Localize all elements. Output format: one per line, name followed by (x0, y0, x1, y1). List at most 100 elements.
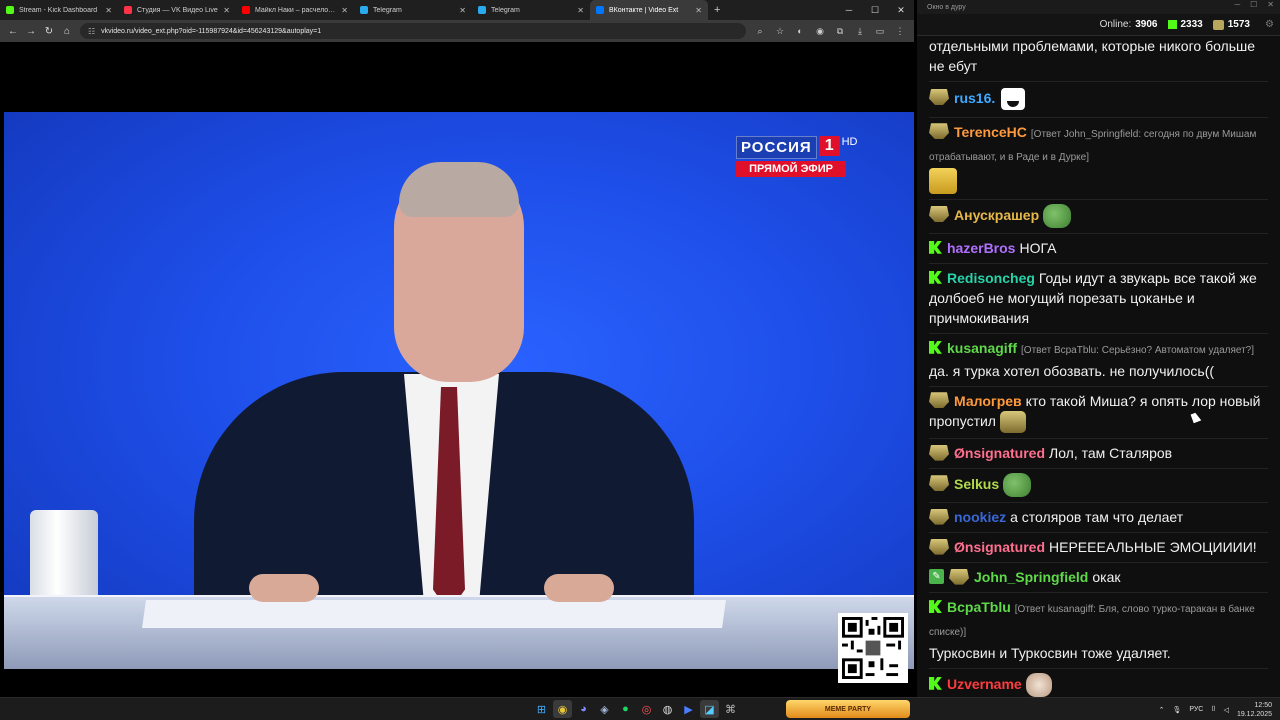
chat-username[interactable]: Малогрев (954, 393, 1022, 409)
tab-close-icon[interactable]: ✕ (105, 6, 112, 15)
chat-message[interactable]: Redisoncheg Годы идут а звукарь все такой… (929, 264, 1268, 334)
spotify-icon[interactable]: ● (616, 700, 635, 718)
bookmark-star-icon[interactable]: ☆ (770, 22, 790, 40)
back-icon[interactable]: ← (4, 22, 22, 40)
cat-emote-icon (1025, 673, 1052, 697)
live-label: ПРЯМОЙ ЭФИР (736, 161, 846, 177)
channel-hd: HD (841, 136, 858, 148)
chat-settings-icon[interactable]: ⚙ (1265, 19, 1274, 30)
browser-tab[interactable]: ВКонтакте | Video Ext ✕ (590, 0, 708, 20)
right-hand (544, 574, 614, 602)
chat-close-button[interactable]: ✕ (1267, 0, 1274, 9)
moderator-badge-icon (929, 538, 949, 555)
browser-tab[interactable]: Stream - Kick Dashboard ✕ (0, 0, 118, 20)
media-player-icon[interactable]: ▶ (679, 700, 698, 718)
chat-username[interactable]: Selkus (954, 476, 999, 492)
chat-message[interactable]: Анускрашер (929, 200, 1268, 234)
home-icon[interactable]: ⌂ (58, 22, 76, 40)
online-count: 3906 (1135, 19, 1158, 30)
chat-message[interactable]: hazerBros НОГА (929, 234, 1268, 264)
discord-icon[interactable]: ◕ (574, 700, 593, 718)
moderator-badge-icon (929, 392, 949, 409)
app-icon[interactable]: ⌘ (721, 700, 740, 718)
chat-message[interactable]: Uzvername (929, 669, 1268, 697)
browser-tab[interactable]: Telegram ✕ (472, 0, 590, 20)
moderator-badge-icon (929, 123, 949, 140)
network-icon[interactable]: ⌷ (1211, 706, 1215, 714)
menu-icon[interactable]: ⋮ (890, 22, 910, 40)
chat-message[interactable]: rus16. (929, 82, 1268, 118)
chat-username[interactable]: ВсраTblu (947, 599, 1011, 615)
chat-message[interactable]: Selkus (929, 469, 1268, 504)
chat-message[interactable]: nookiez а столяров там что делает (929, 503, 1268, 534)
kick-badge-icon (929, 340, 942, 354)
start-icon[interactable]: ⊞ (532, 700, 551, 718)
desktop: Stream - Kick Dashboard ✕ Студия — VK Виде… (0, 0, 1280, 720)
taskbar: ⊞ ◉ ◕ ◈ ● ◎ ◍ ▶ ◪ ⌘ MEME PARTY ⌃ 🎙 РУС ⌷… (0, 697, 1280, 720)
browser-tab[interactable]: Студия — VK Видео Live ✕ (118, 0, 236, 20)
chat-stats-bar: Online: 3906 2333 1573 ⚙ (917, 14, 1280, 36)
tab-close-icon[interactable]: ✕ (341, 6, 348, 15)
chat-window-title: Окно в дуру (927, 3, 966, 11)
moderator-badge-icon (929, 508, 949, 525)
chat-username[interactable]: John_Springfield (974, 569, 1088, 585)
microphone-icon[interactable]: 🎙 (1172, 706, 1181, 714)
chat-username[interactable]: Ønsignatured (954, 445, 1045, 461)
extensions-puzzle-icon[interactable]: ⧉ (830, 22, 850, 40)
maximize-button[interactable]: ☐ (862, 0, 888, 20)
system-tray: ⌃ 🎙 РУС ⌷ ◁ 12:50 19.12.2025 (1159, 698, 1280, 720)
chat-username[interactable]: Uzvername (947, 676, 1022, 692)
chat-message[interactable]: kusanagiff [Ответ ВсраTblu: Серьёзно? Авт… (929, 334, 1268, 387)
forward-icon[interactable]: → (22, 22, 40, 40)
extension-icon[interactable]: ◐ (790, 22, 810, 40)
chat-message[interactable]: TerenceHC [Ответ John_Springfield: сегодн… (929, 118, 1268, 200)
new-tab-button[interactable]: + (708, 4, 726, 16)
reload-icon[interactable]: ↻ (40, 22, 58, 40)
tab-close-icon[interactable]: ✕ (223, 6, 230, 15)
split-view-icon[interactable]: ▭ (870, 22, 890, 40)
chat-message-text: Туркосвин и Туркосвин тоже удаляет. (929, 645, 1171, 662)
chat-message[interactable]: отдельными проблемами, которые никого бо… (929, 36, 1268, 82)
clock[interactable]: 12:50 19.12.2025 (1237, 701, 1272, 719)
steam-icon[interactable]: ◈ (595, 700, 614, 718)
volume-icon[interactable]: ◁ (1224, 706, 1229, 714)
browser-tab[interactable]: Telegram ✕ (354, 0, 472, 20)
chat-message-list[interactable]: отдельными проблемами, которые никого бо… (917, 36, 1280, 697)
chrome-icon[interactable]: ◉ (553, 700, 572, 718)
chat-message[interactable]: Ønsignatured Лол, там Сталяров (929, 439, 1268, 470)
obs-icon[interactable]: ◍ (658, 700, 677, 718)
close-window-button[interactable]: ✕ (888, 0, 914, 20)
chat-username[interactable]: kusanagiff (947, 340, 1017, 356)
extension-red-icon[interactable]: ◉ (810, 22, 830, 40)
tab-title: Telegram (491, 6, 520, 14)
site-info-icon[interactable]: ☷ (88, 27, 95, 36)
tab-close-icon[interactable]: ✕ (459, 6, 466, 15)
browser-tab[interactable]: Майкл Наки – расчеловечива... ✕ (236, 0, 354, 20)
chat-message[interactable]: Ønsignatured НЕРЕЕЕАЛЬНЫЕ ЭМОЦИИИИ! (929, 533, 1268, 564)
chat-username[interactable]: TerenceHC (954, 124, 1027, 140)
chat-username[interactable]: rus16. (954, 90, 995, 106)
chat-app-icon[interactable]: ◪ (700, 700, 719, 718)
chat-username[interactable]: nookiez (954, 509, 1006, 525)
chat-message[interactable]: ВсраTblu [Ответ kusanagiff: Бля, слово ту… (929, 593, 1268, 670)
chat-username[interactable]: Redisoncheg (947, 270, 1035, 286)
chat-username[interactable]: Анускрашер (954, 207, 1039, 223)
chat-username[interactable]: hazerBros (947, 240, 1015, 256)
download-icon[interactable]: ⤓ (850, 22, 870, 40)
video-player[interactable]: РОССИЯ 1 HD ПРЯМОЙ ЭФИР (4, 112, 914, 669)
minimize-button[interactable]: ─ (836, 0, 862, 20)
chat-message[interactable]: ✎ John_Springfield окак (929, 563, 1268, 594)
tab-close-icon[interactable]: ✕ (695, 6, 702, 15)
meme-party-widget[interactable]: MEME PARTY (786, 700, 910, 718)
chat-maximize-button[interactable]: ☐ (1250, 0, 1257, 9)
obs-red-icon[interactable]: ◎ (637, 700, 656, 718)
chat-minimize-button[interactable]: ─ (1234, 0, 1240, 9)
address-bar[interactable]: ☷ vkvideo.ru/video_ext.php?oid=-11598792… (80, 23, 746, 39)
chat-message[interactable]: Малогрев кто такой Миша? я опять лор новы… (929, 387, 1268, 440)
chat-username[interactable]: Ønsignatured (954, 539, 1045, 555)
tab-close-icon[interactable]: ✕ (577, 6, 584, 15)
chat-message-text: НОГА (1019, 240, 1057, 256)
zoom-icon[interactable]: ⌕ (750, 22, 770, 40)
language-indicator[interactable]: РУС (1189, 706, 1203, 713)
tray-overflow-icon[interactable]: ⌃ (1159, 706, 1165, 714)
